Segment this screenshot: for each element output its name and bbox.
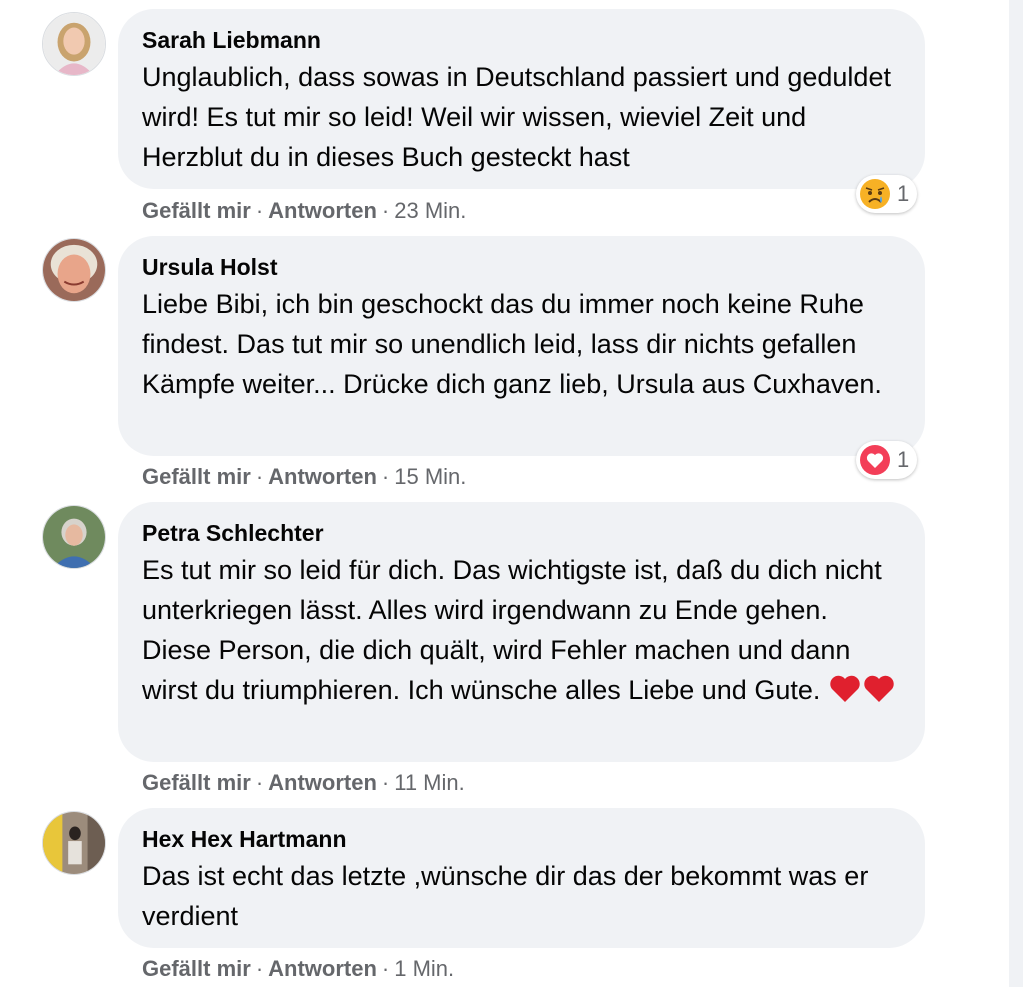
avatar[interactable]: [42, 238, 106, 302]
comment-author[interactable]: Ursula Holst: [142, 252, 901, 282]
reply-button[interactable]: Antworten: [268, 770, 377, 795]
comment-text: Es tut mir so leid für dich. Das wichtig…: [142, 550, 901, 710]
reply-button[interactable]: Antworten: [268, 464, 377, 489]
separator: ·: [255, 770, 264, 795]
red-heart-emoji-icon: [864, 675, 894, 702]
reply-button[interactable]: Antworten: [268, 956, 377, 981]
heart-emoji-group: [828, 673, 896, 705]
love-reaction-icon: [860, 445, 890, 475]
comment-bubble: Sarah Liebmann Unglaublich, dass sowas i…: [118, 9, 925, 189]
comment-author[interactable]: Petra Schlechter: [142, 518, 901, 548]
timestamp[interactable]: 23 Min.: [394, 198, 466, 223]
separator: ·: [381, 464, 390, 489]
comment-actions: Gefällt mir · Antworten · 11 Min.: [142, 768, 465, 798]
separator: ·: [255, 464, 264, 489]
reaction-summary[interactable]: 1: [856, 441, 918, 479]
timestamp[interactable]: 1 Min.: [394, 956, 454, 981]
comment-text: Das ist echt das letzte ,wünsche dir das…: [142, 861, 869, 931]
avatar[interactable]: [42, 505, 106, 569]
timestamp[interactable]: 15 Min.: [394, 464, 466, 489]
separator: ·: [255, 956, 264, 981]
avatar[interactable]: [42, 12, 106, 76]
separator: ·: [381, 956, 390, 981]
reply-button[interactable]: Antworten: [268, 198, 377, 223]
like-button[interactable]: Gefällt mir: [142, 198, 251, 223]
comment-actions: Gefällt mir · Antworten · 1 Min.: [142, 954, 454, 984]
comment-text: Liebe Bibi, ich bin geschockt das du imm…: [142, 289, 882, 399]
sad-reaction-icon: [860, 179, 890, 209]
comment-actions: Gefällt mir · Antworten · 23 Min.: [142, 196, 466, 226]
separator: ·: [381, 770, 390, 795]
red-heart-emoji-icon: [830, 675, 860, 702]
separator: ·: [381, 198, 390, 223]
comment-author[interactable]: Sarah Liebmann: [142, 25, 901, 55]
timestamp[interactable]: 11 Min.: [394, 770, 465, 795]
comment-bubble: Petra Schlechter Es tut mir so leid für …: [118, 502, 925, 762]
separator: ·: [255, 198, 264, 223]
comment-bubble: Hex Hex Hartmann Das ist echt das letzte…: [118, 808, 925, 948]
comment-text: Unglaublich, dass sowas in Deutschland p…: [142, 62, 891, 172]
avatar[interactable]: [42, 811, 106, 875]
reaction-count: 1: [897, 181, 910, 206]
comment-author[interactable]: Hex Hex Hartmann: [142, 824, 901, 854]
like-button[interactable]: Gefällt mir: [142, 464, 251, 489]
reaction-summary[interactable]: 1: [856, 175, 918, 213]
like-button[interactable]: Gefällt mir: [142, 956, 251, 981]
comment-bubble: Ursula Holst Liebe Bibi, ich bin geschoc…: [118, 236, 925, 456]
comment-text-body: Es tut mir so leid für dich. Das wichtig…: [142, 555, 882, 705]
page-edge-scroll-area: [1009, 0, 1023, 987]
reaction-count: 1: [897, 447, 910, 472]
like-button[interactable]: Gefällt mir: [142, 770, 251, 795]
comment-actions: Gefällt mir · Antworten · 15 Min.: [142, 462, 466, 492]
